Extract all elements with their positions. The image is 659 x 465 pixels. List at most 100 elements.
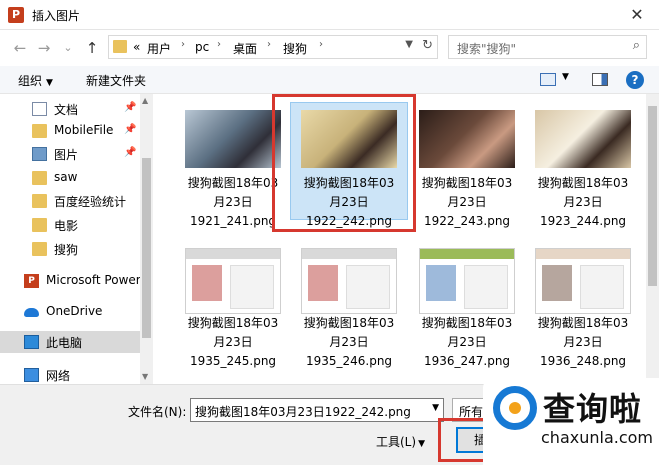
photo-thumbnail [419, 110, 515, 168]
screenshot-thumbnail [185, 248, 281, 314]
sidebar-item-powerpoint[interactable]: P Microsoft Power [0, 270, 141, 292]
file-item[interactable]: 搜狗截图18年03 月23日 1935_246.png [290, 242, 408, 368]
folder-icon [32, 194, 47, 208]
preview-pane-icon[interactable] [592, 73, 608, 86]
file-name-line: 1923_244.png [539, 214, 627, 228]
pin-icon: 📌 [124, 102, 137, 113]
photo-thumbnail [185, 110, 281, 168]
close-button[interactable]: ✕ [623, 3, 651, 27]
file-name-line: 月23日 [447, 335, 487, 349]
folder-icon [32, 242, 47, 256]
filename-label: 文件名(N): [128, 405, 187, 419]
onedrive-icon [24, 308, 39, 317]
file-item[interactable]: 搜狗截图18年03 月23日 1935_245.png [174, 242, 292, 368]
file-item[interactable]: 搜狗截图18年03 月23日 1923_244.png [524, 102, 642, 228]
file-name-line: 月23日 [329, 335, 369, 349]
folder-icon [32, 171, 47, 185]
file-name-line: 1936_248.png [539, 354, 627, 368]
chevron-down-icon: ▼ [418, 439, 425, 449]
up-arrow-icon[interactable]: ↑ [82, 38, 102, 58]
sidebar-item-label: 此电脑 [46, 336, 83, 350]
chevron-down-icon[interactable]: ▼ [432, 403, 439, 413]
thumbnail-page [346, 265, 390, 309]
thumbnail-accent [426, 265, 456, 301]
watermark-url: chaxunla.com [541, 428, 653, 447]
sidebar-item-label: 百度经验统计 [54, 195, 127, 209]
breadcrumb-desktop[interactable]: 桌面 [233, 40, 257, 57]
pin-icon: 📌 [124, 124, 137, 135]
window-title: 插入图片 [32, 9, 81, 23]
chevron-down-icon[interactable]: ▼ [562, 72, 569, 82]
recent-locations-icon[interactable]: ⌄ [58, 38, 78, 58]
forward-arrow-icon[interactable]: → [34, 38, 54, 58]
file-name-line: 1935_245.png [189, 354, 277, 368]
search-input[interactable]: 搜索"搜狗" ⌕ [448, 35, 647, 59]
magnifier-logo-icon [493, 386, 537, 430]
screenshot-thumbnail [535, 248, 631, 314]
powerpoint-app-icon: P [8, 7, 24, 23]
file-name: 搜狗截图18年03 月23日 1922_243.png [408, 174, 526, 231]
file-name-line: 搜狗截图18年03 [537, 316, 629, 330]
breadcrumb-separator-icon[interactable]: › [217, 39, 221, 50]
sidebar-scrollbar-thumb[interactable] [142, 158, 151, 338]
breadcrumb-separator-icon[interactable]: › [267, 39, 271, 50]
scroll-up-icon[interactable]: ▲ [142, 96, 148, 105]
thumbnail-page [230, 265, 274, 309]
sidebar-item-pictures[interactable]: 图片 📌 [0, 143, 140, 165]
sidebar-scrollbar[interactable]: ▲ ▼ [140, 94, 153, 384]
picture-icon [32, 147, 47, 161]
view-mode-icon[interactable] [540, 73, 556, 86]
sidebar-item-label: 文档 [54, 103, 79, 117]
file-name: 搜狗截图18年03 月23日 1923_244.png [524, 174, 642, 231]
sidebar-item-this-pc[interactable]: 此电脑 [0, 331, 140, 353]
sidebar-item-label: MobileFile [54, 123, 114, 137]
computer-icon [24, 335, 39, 349]
new-folder-button[interactable]: 新建文件夹 [86, 72, 146, 89]
breadcrumb-separator-icon[interactable]: › [181, 39, 185, 50]
breadcrumb-sogou[interactable]: 搜狗 [283, 40, 307, 57]
file-item[interactable]: 搜狗截图18年03 月23日 1922_243.png [408, 102, 526, 228]
sidebar-item-saw[interactable]: saw [0, 167, 140, 189]
breadcrumb-pc[interactable]: pc [195, 40, 209, 54]
file-name-line: 1936_247.png [423, 354, 511, 368]
file-grid-scrollbar-thumb[interactable] [648, 106, 657, 286]
breadcrumb-separator-icon[interactable]: › [319, 39, 323, 50]
organize-menu[interactable]: 组织 ▼ [18, 72, 53, 89]
title-bar: P 插入图片 ✕ [0, 0, 659, 30]
sidebar-item-network[interactable]: 网络 [0, 364, 140, 386]
file-name-line: 搜狗截图18年03 [537, 176, 629, 190]
help-icon[interactable]: ? [626, 71, 644, 89]
sidebar-item-sogou[interactable]: 搜狗 [0, 238, 140, 260]
sidebar-item-onedrive[interactable]: OneDrive [0, 301, 140, 323]
file-name-line: 1922_243.png [423, 214, 511, 228]
file-item[interactable]: 搜狗截图18年03 月23日 1936_248.png [524, 242, 642, 368]
tools-menu[interactable]: 工具(L) ▼ [376, 433, 425, 450]
chevron-down-icon: ▼ [46, 78, 53, 88]
back-arrow-icon[interactable]: ← [10, 38, 30, 58]
thumbnail-accent [308, 265, 338, 301]
file-grid-scrollbar[interactable] [646, 94, 659, 384]
sidebar-item-label: OneDrive [46, 304, 103, 318]
chevron-down-icon[interactable]: ▼ [405, 39, 413, 50]
sidebar-item-movies[interactable]: 电影 [0, 214, 140, 236]
search-placeholder: 搜索"搜狗" [457, 42, 517, 56]
refresh-icon[interactable]: ↻ [422, 38, 433, 53]
breadcrumb-users[interactable]: 用户 [147, 40, 171, 57]
sidebar-item-label: 搜狗 [54, 243, 79, 257]
navigation-pane: 文档 📌 MobileFile 📌 图片 📌 saw 百度经验统计 电影 搜狗 … [0, 94, 153, 384]
file-name-line: 1935_246.png [305, 354, 393, 368]
breadcrumb-overflow[interactable]: « [133, 40, 140, 54]
folder-icon [32, 124, 47, 138]
file-item[interactable]: 搜狗截图18年03 月23日 1936_247.png [408, 242, 526, 368]
sidebar-item-baidu-stats[interactable]: 百度经验统计 [0, 190, 140, 212]
sidebar-item-mobilefile[interactable]: MobileFile 📌 [0, 120, 140, 142]
document-icon [32, 102, 47, 116]
filename-input[interactable]: 搜狗截图18年03月23日1922_242.png ▼ [190, 398, 444, 422]
highlight-box-selected-file [272, 94, 416, 232]
address-bar[interactable]: « 用户 › pc › 桌面 › 搜狗 › ▼ ↻ [108, 35, 438, 59]
sidebar-item-documents[interactable]: 文档 📌 [0, 98, 140, 120]
search-icon[interactable]: ⌕ [633, 38, 640, 53]
watermark-logo: 查询啦 chaxunla.com [483, 378, 659, 465]
file-name-line: 搜狗截图18年03 [421, 176, 513, 190]
scroll-down-icon[interactable]: ▼ [142, 372, 148, 381]
